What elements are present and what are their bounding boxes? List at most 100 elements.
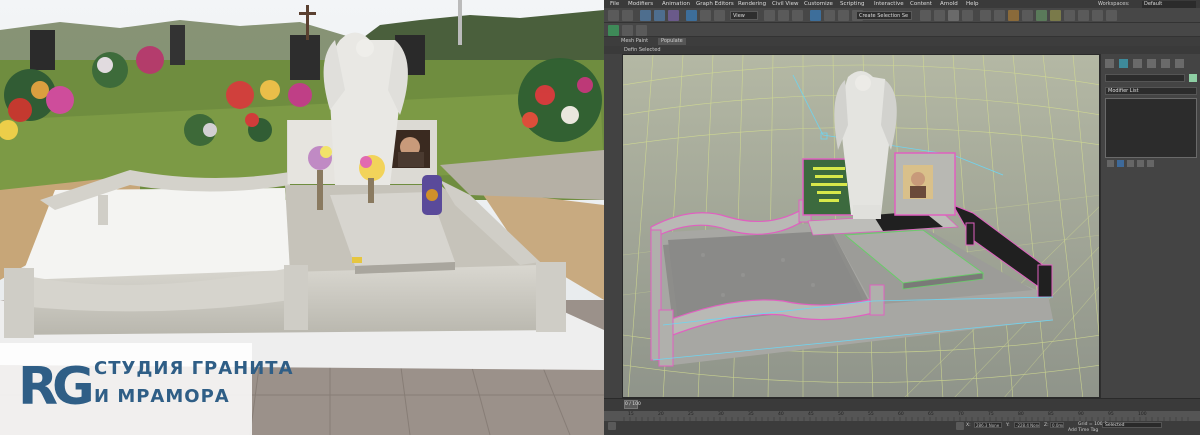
menu-bar: File Modifiers Animation Graph Editors R… <box>604 0 1200 8</box>
tick-label: 15 <box>628 412 634 417</box>
menu-interactive[interactable]: Interactive <box>874 0 904 8</box>
track-bar[interactable]: 15 20 25 30 35 40 45 50 55 60 65 70 75 8… <box>604 411 1200 421</box>
menu-help[interactable]: Help <box>966 0 979 8</box>
z-coordinate-field[interactable]: 0.0mm <box>1050 422 1064 428</box>
y-label: Y: <box>1006 423 1010 428</box>
toolbar-extra-icon-3[interactable] <box>1106 10 1117 21</box>
unlink-icon[interactable] <box>654 10 665 21</box>
tick-label: 60 <box>898 412 904 417</box>
percent-snap-icon[interactable] <box>838 10 849 21</box>
add-time-tag-button[interactable]: Add Time Tag <box>1068 428 1098 434</box>
link-icon[interactable] <box>640 10 651 21</box>
selection-icon[interactable] <box>636 25 647 36</box>
lock-selection-icon[interactable] <box>956 422 964 430</box>
x-coordinate-field[interactable]: 286.3 None <box>974 422 1002 428</box>
remove-modifier-icon[interactable] <box>1137 160 1144 167</box>
logo-mark: RG <box>18 357 95 417</box>
tick-label: 75 <box>988 412 994 417</box>
perspective-viewport[interactable] <box>622 54 1100 398</box>
tick-label: 100 <box>1138 412 1147 417</box>
undo-icon[interactable] <box>608 10 619 21</box>
tick-label: 40 <box>778 412 784 417</box>
selection-filter-select[interactable]: Selected <box>1102 422 1162 428</box>
material-editor-icon[interactable] <box>1008 10 1019 21</box>
tab-populate[interactable]: Populate <box>658 38 686 45</box>
angle-snap-icon[interactable] <box>824 10 835 21</box>
configure-modifier-sets-icon[interactable] <box>1147 160 1154 167</box>
modifier-stack[interactable] <box>1105 98 1197 158</box>
workspaces-label: Workspaces: <box>1098 1 1130 7</box>
render-iterative-icon[interactable] <box>1064 10 1075 21</box>
display-tab-icon[interactable] <box>1161 59 1170 68</box>
menu-graph-editors[interactable]: Graph Editors <box>696 0 734 8</box>
hierarchy-tab-icon[interactable] <box>1133 59 1142 68</box>
ribbon <box>604 23 1200 37</box>
freeform-icon[interactable] <box>622 25 633 36</box>
menu-animation[interactable]: Animation <box>662 0 690 8</box>
menu-modifiers[interactable]: Modifiers <box>628 0 653 8</box>
tick-label: 90 <box>1078 412 1084 417</box>
create-tab-icon[interactable] <box>1105 59 1114 68</box>
modifier-stack-controls <box>1105 160 1197 168</box>
reference-coord-select[interactable]: View <box>730 11 758 20</box>
render-setup-icon[interactable] <box>1022 10 1033 21</box>
redo-icon[interactable] <box>622 10 633 21</box>
bind-space-warp-icon[interactable] <box>668 10 679 21</box>
logo-line-1: СТУДИЯ ГРАНИТА <box>94 358 294 379</box>
viewport-layout-strip <box>604 54 622 398</box>
schematic-view-icon[interactable] <box>994 10 1005 21</box>
curve-editor-icon[interactable] <box>980 10 991 21</box>
ribbon-tabs: Mesh Paint Populate <box>604 37 1200 46</box>
scale-icon[interactable] <box>792 10 803 21</box>
menu-civil-view[interactable]: Civil View <box>772 0 798 8</box>
memorial-photo: RG СТУДИЯ ГРАНИТА И МРАМОРА <box>0 0 604 435</box>
layer-explorer-icon[interactable] <box>948 10 959 21</box>
move-icon[interactable] <box>764 10 775 21</box>
y-coordinate-field[interactable]: -228.4 None <box>1014 422 1040 428</box>
menu-content[interactable]: Content <box>910 0 932 8</box>
select-object-icon[interactable] <box>686 10 697 21</box>
object-color-swatch[interactable] <box>1189 74 1197 82</box>
time-slider[interactable]: 0 / 100 <box>624 400 641 409</box>
z-label: Z: <box>1044 423 1049 428</box>
make-unique-icon[interactable] <box>1127 160 1134 167</box>
workspace-select[interactable]: Default <box>1142 1 1196 8</box>
tick-label: 30 <box>718 412 724 417</box>
tick-label: 25 <box>688 412 694 417</box>
maxscript-listener-icon[interactable] <box>608 422 616 430</box>
modifier-list-dropdown[interactable]: Modifier List <box>1105 87 1197 95</box>
utilities-tab-icon[interactable] <box>1175 59 1184 68</box>
menu-customize[interactable]: Customize <box>804 0 833 8</box>
menu-scripting[interactable]: Scripting <box>840 0 864 8</box>
select-by-name-icon[interactable] <box>700 10 711 21</box>
scene-explorer-icon[interactable] <box>962 10 973 21</box>
modeling-icon[interactable] <box>608 25 619 36</box>
region-select-icon[interactable] <box>714 10 725 21</box>
tick-label: 80 <box>1018 412 1024 417</box>
time-slider-bar[interactable]: 0 / 100 <box>604 398 1200 411</box>
align-icon[interactable] <box>934 10 945 21</box>
show-end-result-icon[interactable] <box>1117 160 1124 167</box>
toolbar-extra-icon[interactable] <box>1078 10 1089 21</box>
menu-file[interactable]: File <box>610 0 619 8</box>
pin-stack-icon[interactable] <box>1107 160 1114 167</box>
render-icon[interactable] <box>1050 10 1061 21</box>
tick-label: 95 <box>1108 412 1114 417</box>
rendered-frame-window-icon[interactable] <box>1036 10 1047 21</box>
rotate-icon[interactable] <box>778 10 789 21</box>
menu-rendering[interactable]: Rendering <box>738 0 766 8</box>
command-panel-tabs <box>1101 57 1200 69</box>
snap-toggle-icon[interactable] <box>810 10 821 21</box>
tab-mesh-paint[interactable]: Mesh Paint <box>618 38 651 45</box>
mirror-icon[interactable] <box>920 10 931 21</box>
modify-tab-icon[interactable] <box>1119 59 1128 68</box>
menu-arnold[interactable]: Arnold <box>940 0 958 8</box>
motion-tab-icon[interactable] <box>1147 59 1156 68</box>
toolbar-extra-icon-2[interactable] <box>1092 10 1103 21</box>
named-selection-set[interactable]: Create Selection Se <box>856 11 912 20</box>
3dsmax-window: File Modifiers Animation Graph Editors R… <box>604 0 1200 435</box>
object-name-field[interactable] <box>1105 74 1185 82</box>
viewport-scene <box>623 55 1099 397</box>
tick-label: 70 <box>958 412 964 417</box>
define-selected-label[interactable]: Defin Selected <box>624 46 661 54</box>
